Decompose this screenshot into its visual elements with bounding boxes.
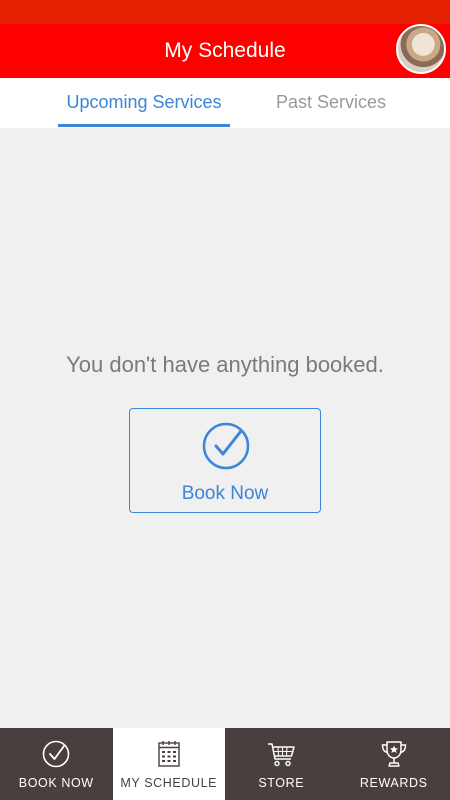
nav-my-schedule[interactable]: MY SCHEDULE <box>112 728 225 800</box>
nav-store[interactable]: STORE <box>225 728 338 800</box>
nav-book-now-label: BOOK NOW <box>18 776 94 790</box>
check-circle-icon <box>42 740 70 768</box>
avatar[interactable] <box>396 24 446 74</box>
active-tab-indicator <box>58 124 230 127</box>
tab-past-services[interactable]: Past Services <box>262 78 400 128</box>
status-bar <box>0 0 450 24</box>
tab-upcoming-services[interactable]: Upcoming Services <box>58 78 230 128</box>
book-now-button[interactable]: Book Now <box>129 408 321 513</box>
cart-icon <box>268 743 295 767</box>
nav-rewards[interactable]: REWARDS <box>338 728 450 800</box>
nav-book-now[interactable]: BOOK NOW <box>0 728 113 800</box>
book-now-label: Book Now <box>181 483 269 504</box>
page-title: My Schedule <box>164 39 286 62</box>
tab-bar: Upcoming Services Past Services <box>0 78 450 128</box>
calendar-icon <box>158 741 180 767</box>
empty-state-message: You don't have anything booked. <box>66 352 384 377</box>
check-circle-icon <box>202 422 250 470</box>
bottom-nav: BOOK NOW MY SCHEDULE STORE REWARDS <box>0 728 450 800</box>
nav-store-label: STORE <box>258 776 305 790</box>
app-header: My Schedule <box>0 24 450 78</box>
nav-my-schedule-label: MY SCHEDULE <box>120 776 218 790</box>
nav-rewards-label: REWARDS <box>359 776 428 790</box>
trophy-icon <box>381 741 406 767</box>
